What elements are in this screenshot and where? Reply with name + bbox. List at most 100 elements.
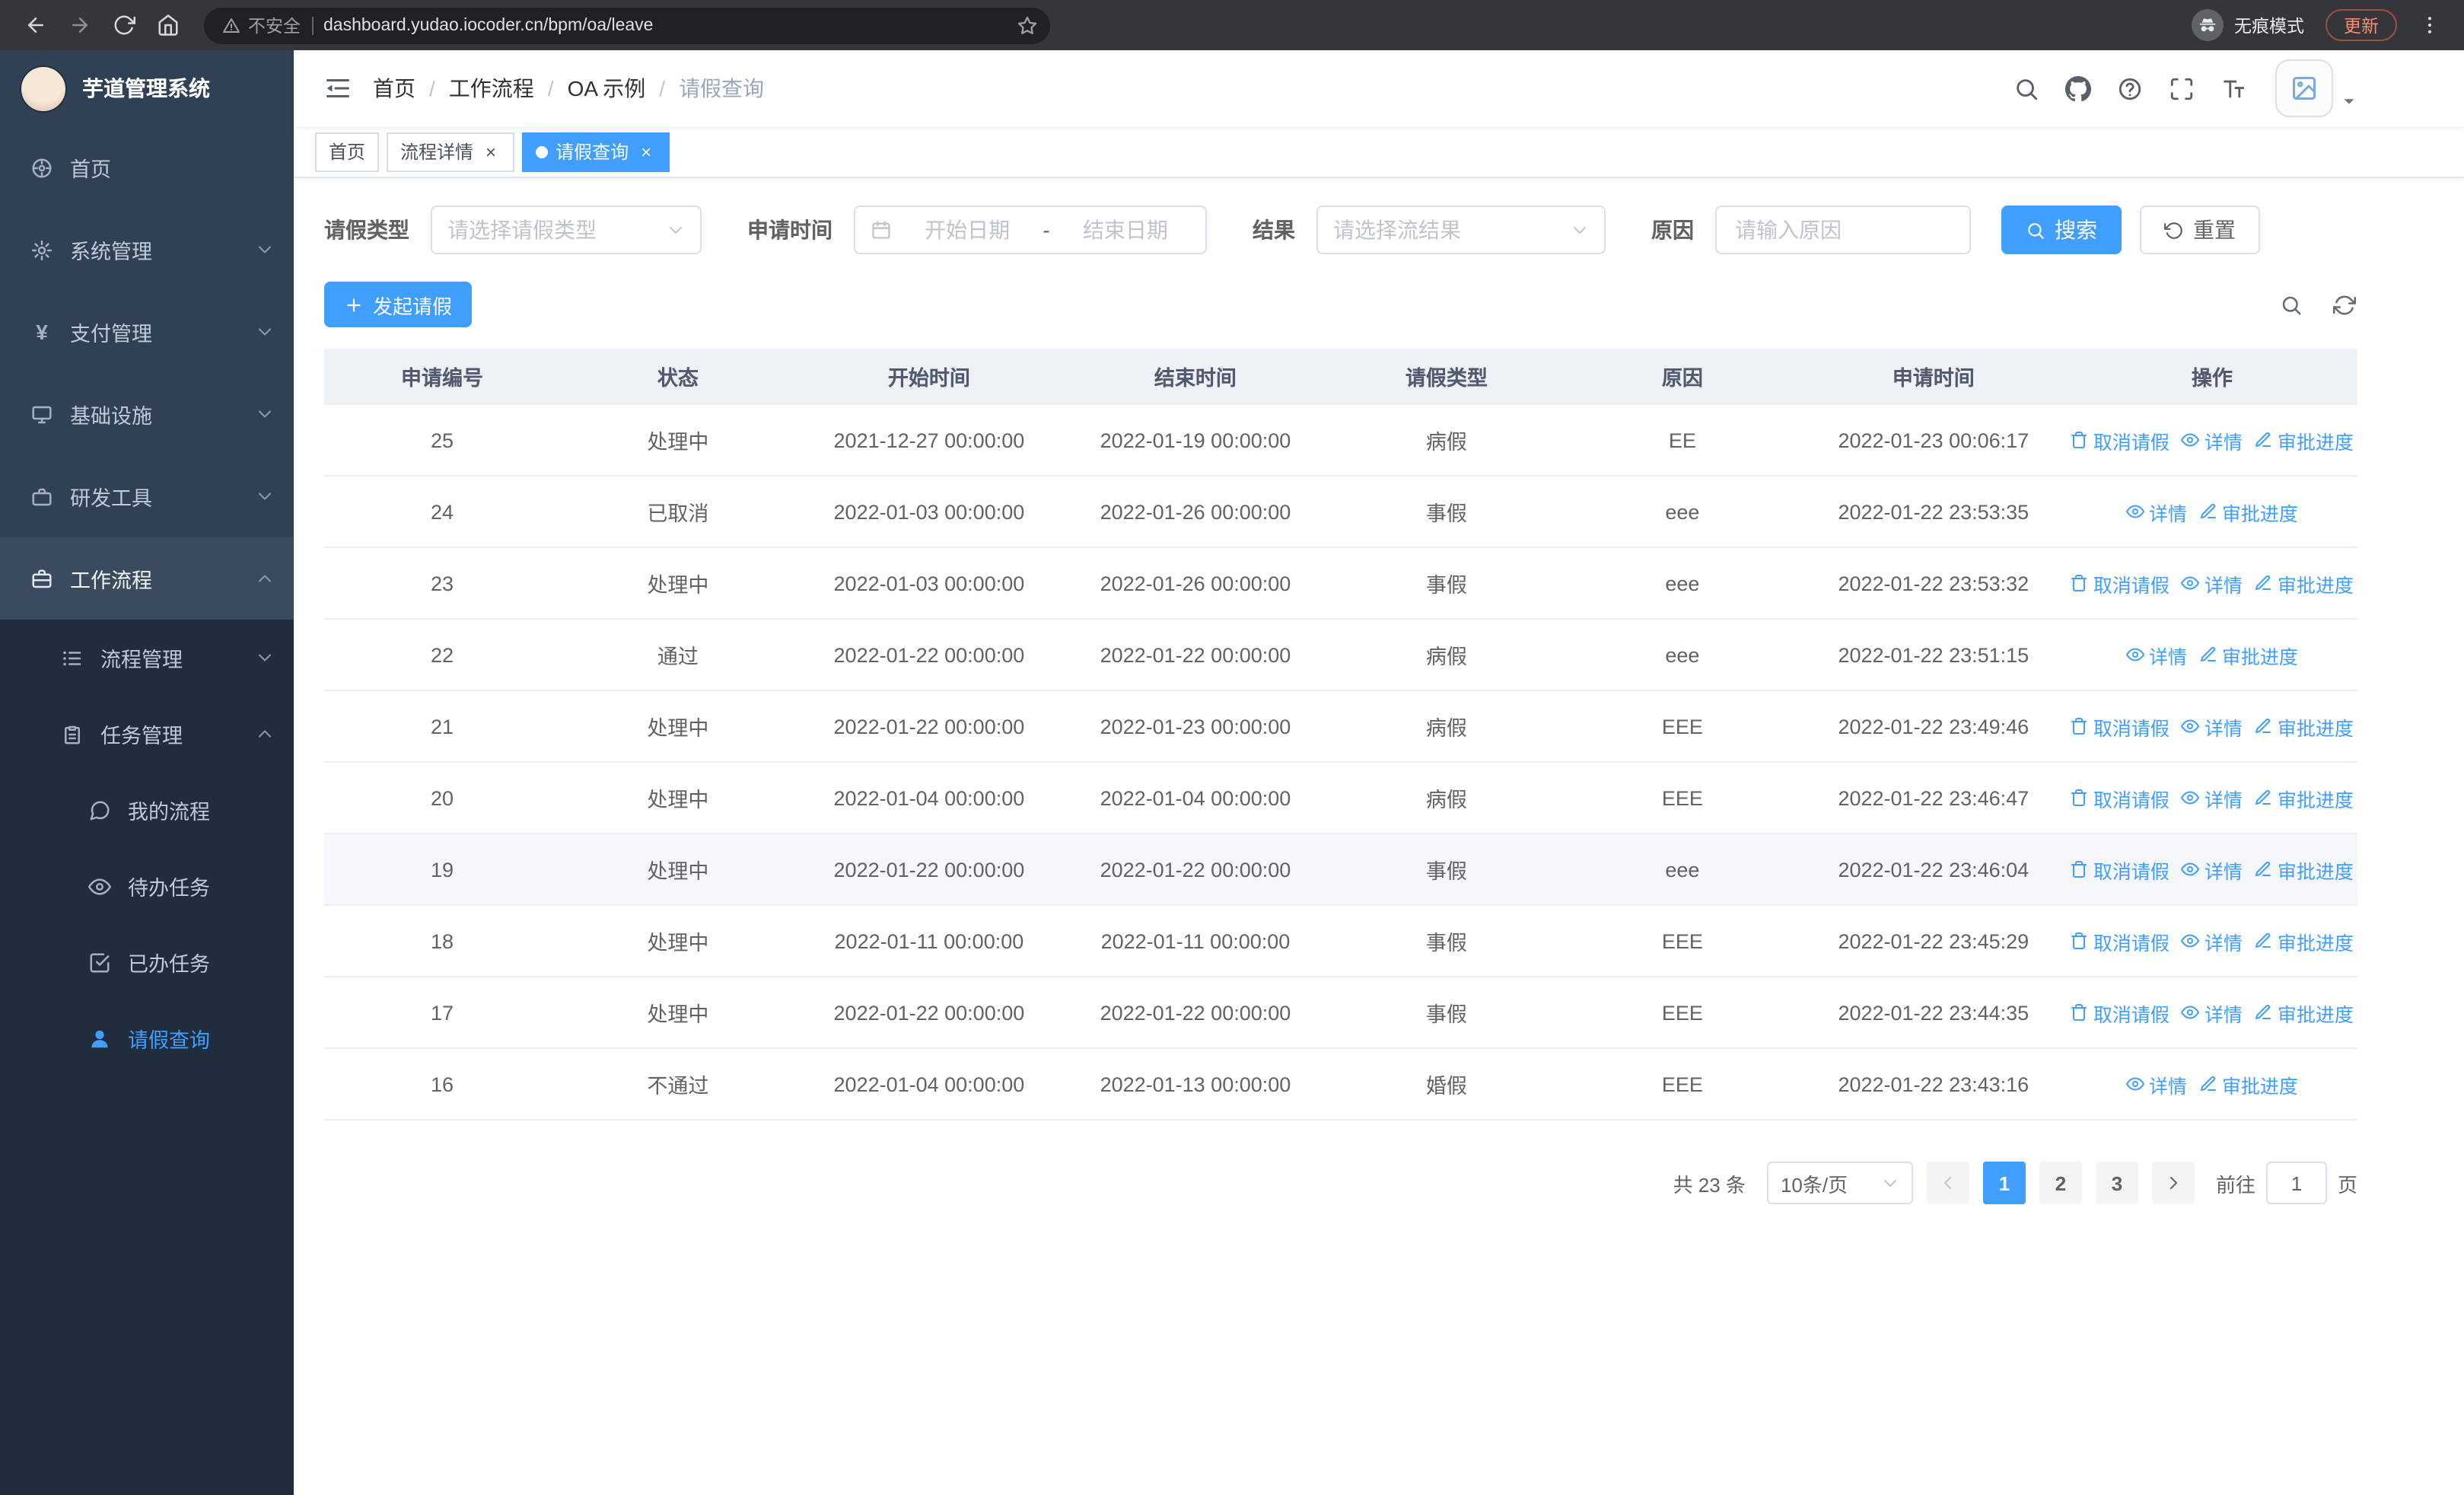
tag-home[interactable]: 首页 (315, 132, 380, 171)
approval-progress-label: 审批进度 (2277, 432, 2354, 453)
create-leave-button[interactable]: 发起请假 (324, 282, 473, 327)
sidebar-collapse-button[interactable] (312, 62, 364, 114)
result-select[interactable]: 请选择流结果 (1316, 206, 1606, 254)
reason-input[interactable] (1717, 207, 1969, 253)
browser-back-button[interactable] (15, 5, 56, 46)
detail-link[interactable]: 详情 (2125, 497, 2187, 526)
browser-menu-button[interactable] (2409, 5, 2449, 45)
fullscreen-button[interactable] (2157, 59, 2205, 117)
cell-status: 通过 (657, 645, 699, 668)
breadcrumb-item[interactable]: 工作流程 (449, 73, 534, 104)
sidebar-item-label: 待办任务 (128, 877, 210, 900)
sidebar-item-my-processes[interactable]: 我的流程 (0, 772, 294, 848)
help-docs-button[interactable] (2105, 59, 2154, 117)
font-size-button[interactable] (2208, 59, 2257, 117)
detail-link[interactable]: 详情 (2125, 640, 2187, 669)
approval-progress-link[interactable]: 审批进度 (2199, 640, 2298, 669)
tag-process-detail[interactable]: 流程详情 × (387, 132, 515, 171)
next-page-button[interactable] (2151, 1162, 2195, 1204)
cancel-leave-link[interactable]: 取消请假 (2071, 998, 2170, 1027)
approval-progress-link[interactable]: 审批进度 (2199, 497, 2298, 526)
approval-progress-link[interactable]: 审批进度 (2255, 712, 2354, 741)
sidebar-item-payment[interactable]: ¥ 支付管理 (0, 291, 294, 373)
avatar-dropdown-caret[interactable] (2341, 92, 2357, 109)
approval-progress-link[interactable]: 审批进度 (2255, 998, 2354, 1027)
page-button-2[interactable]: 2 (2039, 1162, 2082, 1204)
bookmark-star-button[interactable] (1011, 8, 1044, 42)
cancel-leave-link[interactable]: 取消请假 (2071, 569, 2170, 598)
address-bar[interactable]: 不安全 dashboard.yudao.iocoder.cn/bpm/oa/le… (204, 7, 1050, 43)
start-date-input[interactable]: 开始日期 (903, 215, 1032, 245)
incognito-icon (2199, 18, 2216, 32)
sidebar-item-task-management[interactable]: 任务管理 (0, 696, 294, 772)
user-avatar[interactable] (2275, 59, 2333, 117)
breadcrumb-item[interactable]: OA 示例 (568, 73, 646, 104)
security-status[interactable]: 不安全 (222, 13, 301, 37)
browser-update-button[interactable]: 更新 (2326, 9, 2397, 41)
sidebar-item-devtools[interactable]: 研发工具 (0, 455, 294, 537)
header-search-button[interactable] (2001, 59, 2050, 117)
main-area: 首页 / 工作流程 / OA 示例 / 请假查询 首页 流程详情 × 请假查询 … (294, 50, 2464, 1495)
app-logo[interactable]: 芋道管理系统 (0, 50, 294, 126)
cancel-leave-link[interactable]: 取消请假 (2071, 426, 2170, 454)
goto-page-input[interactable] (2265, 1162, 2327, 1204)
sidebar-item-process-management[interactable]: 流程管理 (0, 620, 294, 696)
sidebar-item-system[interactable]: 系统管理 (0, 209, 294, 291)
page-size-select[interactable]: 10条/页 (1766, 1162, 1913, 1204)
sidebar-item-workflow[interactable]: 工作流程 (0, 537, 294, 620)
page-button-3[interactable]: 3 (2095, 1162, 2138, 1204)
cell-leave-type: 事假 (1425, 502, 1467, 525)
detail-link[interactable]: 详情 (2181, 998, 2243, 1027)
approval-progress-link[interactable]: 审批进度 (2255, 783, 2354, 812)
sidebar-item-leave-query[interactable]: 请假查询 (0, 1000, 294, 1076)
leave-type-select[interactable]: 请选择请假类型 (431, 206, 702, 254)
search-icon (2028, 222, 2044, 238)
cell-start-time: 2021-12-27 00:00:00 (833, 429, 1025, 451)
cancel-leave-link[interactable]: 取消请假 (2071, 926, 2170, 955)
detail-link[interactable]: 详情 (2181, 855, 2243, 884)
chevron-down-icon (256, 649, 274, 667)
approval-progress-link[interactable]: 审批进度 (2199, 1069, 2298, 1098)
sidebar-item-home[interactable]: 首页 (0, 126, 294, 209)
reset-button[interactable]: 重置 (2140, 206, 2260, 254)
detail-link[interactable]: 详情 (2181, 569, 2243, 598)
workflow-icon (30, 567, 53, 590)
browser-home-button[interactable] (148, 5, 189, 46)
sidebar-item-infrastructure[interactable]: 基础设施 (0, 373, 294, 455)
detail-label: 详情 (2204, 789, 2243, 811)
cancel-leave-link[interactable]: 取消请假 (2071, 712, 2170, 741)
cancel-leave-link[interactable]: 取消请假 (2071, 855, 2170, 884)
detail-link[interactable]: 详情 (2181, 926, 2243, 955)
approval-progress-link[interactable]: 审批进度 (2255, 855, 2354, 884)
detail-link[interactable]: 详情 (2125, 1069, 2187, 1098)
search-button[interactable]: 搜索 (2001, 206, 2122, 254)
close-icon[interactable]: × (481, 142, 501, 161)
approval-progress-link[interactable]: 审批进度 (2255, 926, 2354, 955)
breadcrumb-item[interactable]: 首页 (373, 73, 415, 104)
github-link[interactable] (2053, 59, 2102, 117)
cancel-leave-label: 取消请假 (2093, 432, 2170, 453)
screen: 不安全 dashboard.yudao.iocoder.cn/bpm/oa/le… (0, 0, 2464, 1495)
approval-progress-link[interactable]: 审批进度 (2255, 426, 2354, 454)
detail-link[interactable]: 详情 (2181, 783, 2243, 812)
tag-leave-query[interactable]: 请假查询 × (522, 132, 670, 171)
tag-label: 流程详情 (400, 142, 474, 163)
detail-link[interactable]: 详情 (2181, 426, 2243, 454)
close-icon[interactable]: × (636, 142, 656, 161)
date-range-picker[interactable]: 开始日期 - 结束日期 (854, 206, 1207, 254)
user-icon (88, 1027, 111, 1050)
approval-progress-link[interactable]: 审批进度 (2255, 569, 2354, 598)
sidebar-item-done-tasks[interactable]: 已办任务 (0, 924, 294, 1000)
browser-reload-button[interactable] (103, 5, 145, 46)
end-date-input[interactable]: 结束日期 (1061, 215, 1190, 245)
hide-search-button[interactable] (2277, 291, 2304, 318)
search-icon (2016, 78, 2037, 100)
prev-page-button[interactable] (1926, 1162, 1969, 1204)
detail-link[interactable]: 详情 (2181, 712, 2243, 741)
sidebar-item-todo-tasks[interactable]: 待办任务 (0, 848, 294, 924)
browser-forward-button[interactable] (59, 5, 100, 46)
refresh-table-button[interactable] (2330, 291, 2357, 318)
cancel-leave-link[interactable]: 取消请假 (2071, 783, 2170, 812)
page-button-1[interactable]: 1 (1982, 1162, 2026, 1204)
cell-apply-no: 18 (430, 929, 454, 952)
